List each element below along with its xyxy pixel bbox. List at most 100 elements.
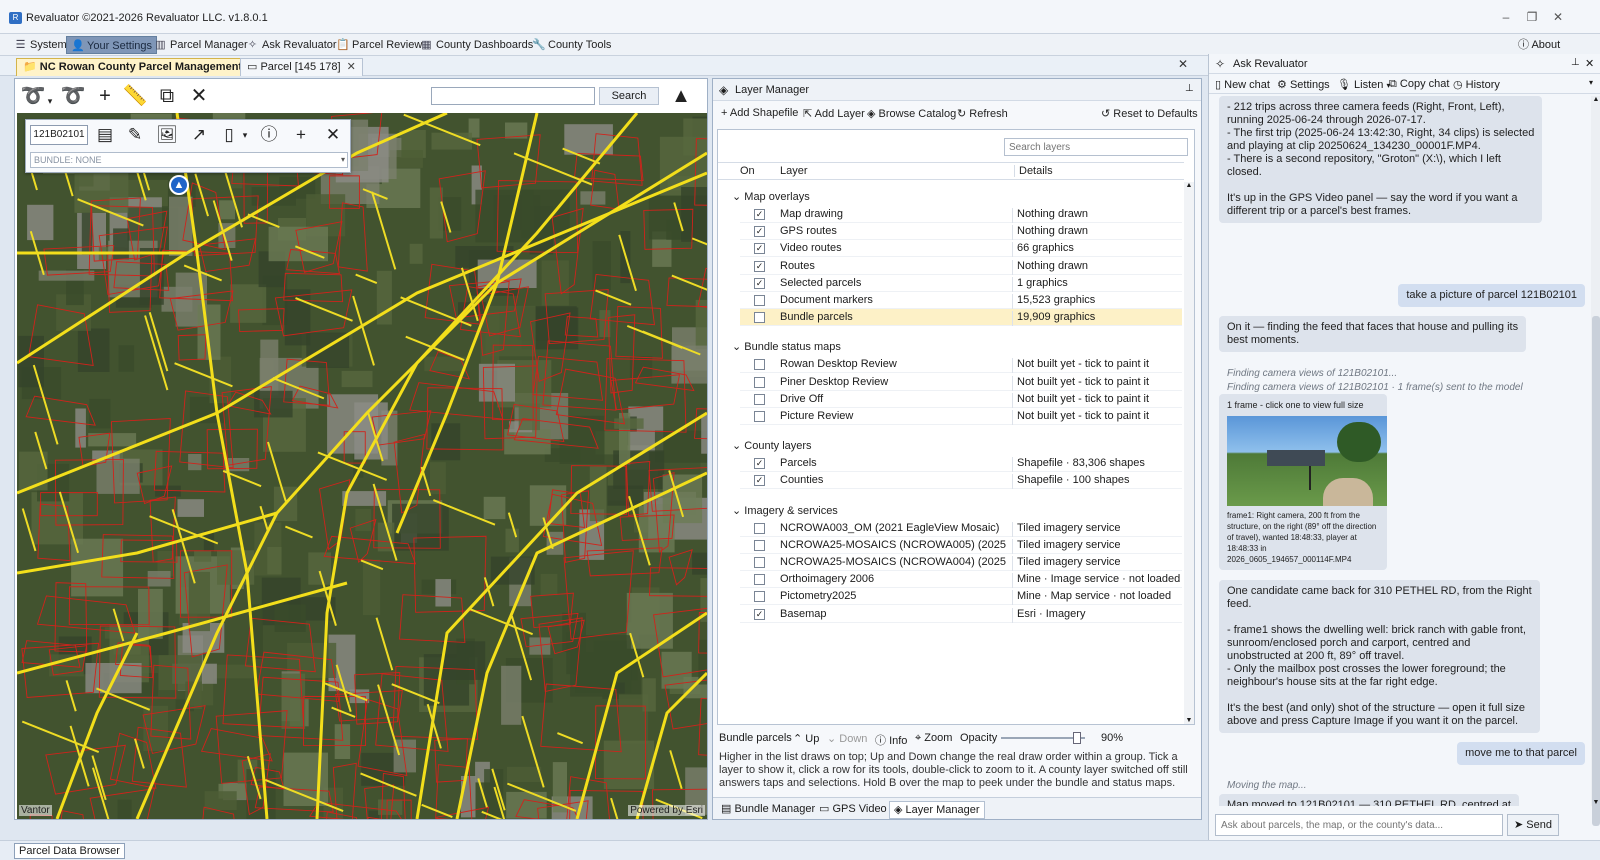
add-icon[interactable]: + bbox=[91, 84, 119, 108]
layer-scrollbar[interactable]: ▲ ▼ bbox=[1184, 182, 1194, 724]
close-icon[interactable]: ✕ bbox=[1585, 57, 1594, 70]
chevron-down-icon[interactable]: ▾ bbox=[1589, 78, 1593, 87]
menu-your-settings[interactable]: 👤 Your Settings bbox=[66, 36, 158, 54]
layer-row[interactable]: Pictometry2025 Mine · Map service · not l… bbox=[740, 588, 1182, 606]
menu-system[interactable]: ☰ System bbox=[10, 36, 71, 54]
clear-icon[interactable]: ✕ bbox=[185, 84, 213, 108]
doc-tab-1[interactable]: ▭ Parcel [145 178] ✕ bbox=[240, 58, 363, 76]
menu-county-tools[interactable]: 🔧 County Tools bbox=[528, 36, 615, 54]
image-icon[interactable]: 🖼 bbox=[154, 124, 180, 146]
opacity-slider-thumb[interactable] bbox=[1072, 732, 1081, 744]
copy-icon[interactable]: ⧉ bbox=[153, 84, 181, 108]
layer-checkbox[interactable] bbox=[754, 522, 765, 534]
layer-group[interactable]: ⌄ Map overlays bbox=[732, 190, 810, 203]
layer-checkbox[interactable] bbox=[754, 411, 765, 422]
document-icon[interactable]: ▯ bbox=[216, 124, 242, 146]
layer-row[interactable]: ✓ GPS routes Nothing drawn bbox=[740, 223, 1182, 241]
aerial-map-imagery[interactable] bbox=[17, 113, 707, 819]
layer-checkbox[interactable] bbox=[754, 295, 765, 306]
dropdown-arrow-icon[interactable]: ▾ bbox=[45, 89, 55, 113]
layer-search-input[interactable] bbox=[1004, 138, 1188, 156]
bottom-tab-2[interactable]: ◈ Layer Manager bbox=[889, 801, 985, 819]
listen-button[interactable]: 🎙 Listen ▾ bbox=[1337, 78, 1390, 91]
chat-input[interactable] bbox=[1215, 814, 1503, 836]
close-icon[interactable]: ✕ bbox=[1550, 9, 1566, 25]
layer-checkbox[interactable]: ✓ bbox=[754, 277, 765, 289]
layer-row[interactable]: Picture Review Not built yet - tick to pa… bbox=[740, 408, 1182, 425]
layer-row[interactable]: ✓ Basemap Esri · Imagery bbox=[740, 606, 1182, 623]
layer-row[interactable]: NCROWA25-MOSAICS (NCROWA005) (2025 Eagle… bbox=[740, 537, 1182, 554]
pin-icon[interactable]: ⊥ bbox=[1185, 83, 1194, 94]
reset-defaults-button[interactable]: ↺ Reset to Defaults bbox=[1101, 107, 1198, 120]
menu-parcel-manager[interactable]: ▥ Parcel Manager bbox=[150, 36, 252, 54]
map-canvas[interactable]: ▲ Vantor Powered by Esri bbox=[17, 113, 707, 819]
layer-checkbox[interactable]: ✓ bbox=[754, 226, 765, 238]
measure-icon[interactable]: 📏 bbox=[121, 84, 149, 108]
layer-checkbox[interactable]: ✓ bbox=[754, 458, 765, 470]
close-pane-icon[interactable]: ✕ bbox=[1178, 57, 1188, 71]
info-icon[interactable]: ⓘ bbox=[256, 124, 282, 146]
layer-row[interactable]: ✓ Selected parcels 1 graphics bbox=[740, 275, 1182, 292]
layer-checkbox[interactable]: ✓ bbox=[754, 475, 765, 487]
menu-county-dashboards[interactable]: ▦ County Dashboards bbox=[416, 36, 537, 54]
card-icon[interactable]: ▤ bbox=[92, 124, 118, 146]
layer-checkbox[interactable] bbox=[754, 557, 765, 568]
layer-group[interactable]: ⌄ Bundle status maps bbox=[732, 340, 841, 353]
layer-row[interactable]: Rowan Desktop Review Not built yet - tick… bbox=[740, 356, 1182, 374]
layer-row[interactable]: Bundle parcels 19,909 graphics bbox=[740, 309, 1182, 327]
trend-icon[interactable]: ↗ bbox=[186, 124, 212, 146]
layer-row[interactable]: ✓ Counties Shapefile · 100 shapes bbox=[740, 472, 1182, 490]
layer-row[interactable]: ✓ Parcels Shapefile · 83,306 shapes bbox=[740, 455, 1182, 473]
layer-checkbox[interactable] bbox=[754, 393, 765, 405]
bundle-select[interactable]: BUNDLE: NONE ▾ bbox=[30, 152, 348, 168]
restore-icon[interactable]: ❐ bbox=[1524, 9, 1540, 25]
settings-button[interactable]: ⚙ Settings bbox=[1277, 78, 1330, 91]
bottom-tab-1[interactable]: ▭ GPS Video bbox=[815, 801, 891, 819]
add-icon[interactable]: + bbox=[288, 124, 314, 146]
layer-checkbox[interactable] bbox=[754, 574, 765, 586]
parcel-id-field[interactable]: 121B02101 bbox=[30, 125, 88, 145]
layer-row[interactable]: ✓ Routes Nothing drawn bbox=[740, 258, 1182, 275]
layer-row[interactable]: ✓ Map drawing Nothing drawn bbox=[740, 206, 1182, 223]
edit-document-icon[interactable]: ✎ bbox=[122, 124, 148, 146]
close-icon[interactable]: ✕ bbox=[320, 124, 346, 146]
frame-result-card[interactable]: 1 frame - click one to view full size fra… bbox=[1219, 394, 1387, 570]
bottom-tab-0[interactable]: ▤ Bundle Manager bbox=[717, 801, 819, 819]
layer-row[interactable]: NCROWA003_OM (2021 EagleView Mosaic) Tile… bbox=[740, 520, 1182, 537]
move-down-button[interactable]: ⌄ Down bbox=[827, 732, 867, 745]
layer-checkbox[interactable] bbox=[754, 312, 765, 324]
move-up-button[interactable]: ⌃ Up bbox=[793, 732, 819, 745]
doc-tab-0[interactable]: 📁 NC Rowan County Parcel Management✕ bbox=[16, 58, 265, 76]
refresh-button[interactable]: ↻ Refresh bbox=[957, 107, 1008, 120]
add-layer-button[interactable]: ⇱ Add Layer bbox=[803, 107, 865, 120]
copy-chat-button[interactable]: ⧉ Copy chat bbox=[1389, 78, 1449, 91]
layer-checkbox[interactable] bbox=[754, 591, 765, 603]
layer-row[interactable]: Piner Desktop Review Not built yet - tick… bbox=[740, 374, 1182, 391]
close-tab-icon[interactable]: ✕ bbox=[347, 61, 356, 73]
pin-icon[interactable]: ⊥ bbox=[1571, 57, 1580, 68]
layer-checkbox[interactable] bbox=[754, 359, 765, 371]
send-button[interactable]: ➤ Send bbox=[1507, 814, 1559, 836]
layer-checkbox[interactable] bbox=[754, 376, 765, 388]
parcel-data-browser-tab[interactable]: Parcel Data Browser bbox=[14, 843, 125, 859]
north-arrow-icon[interactable]: ▲ bbox=[667, 84, 695, 108]
lasso-select-icon[interactable]: ➰ bbox=[19, 84, 47, 108]
browse-catalog-button[interactable]: ◈ Browse Catalog bbox=[867, 107, 956, 120]
layer-checkbox[interactable]: ✓ bbox=[754, 243, 765, 255]
map-search-input[interactable] bbox=[431, 87, 595, 105]
layer-checkbox[interactable]: ✓ bbox=[754, 608, 765, 620]
layer-row[interactable]: NCROWA25-MOSAICS (NCROWA004) (2025 1INC.… bbox=[740, 554, 1182, 571]
layer-row[interactable]: Document markers 15,523 graphics bbox=[740, 292, 1182, 309]
new-chat-button[interactable]: ▯ New chat bbox=[1215, 78, 1270, 91]
map-search-button[interactable]: Search bbox=[599, 87, 659, 105]
about-menu[interactable]: ⓘ About bbox=[1518, 36, 1560, 52]
layer-checkbox[interactable] bbox=[754, 539, 765, 551]
layer-row[interactable]: ✓ Video routes 66 graphics bbox=[740, 240, 1182, 258]
chat-scrollbar[interactable]: ▲ ▼ bbox=[1591, 96, 1600, 826]
minimize-icon[interactable]: – bbox=[1498, 9, 1514, 25]
info-button[interactable]: ⓘ Info bbox=[875, 732, 907, 748]
add-shapefile-button[interactable]: + Add Shapefile bbox=[721, 107, 798, 119]
layer-checkbox[interactable]: ✓ bbox=[754, 209, 765, 220]
dropdown-arrow-icon[interactable]: ▾ bbox=[240, 124, 250, 146]
frame-thumbnail-image[interactable] bbox=[1227, 416, 1387, 506]
